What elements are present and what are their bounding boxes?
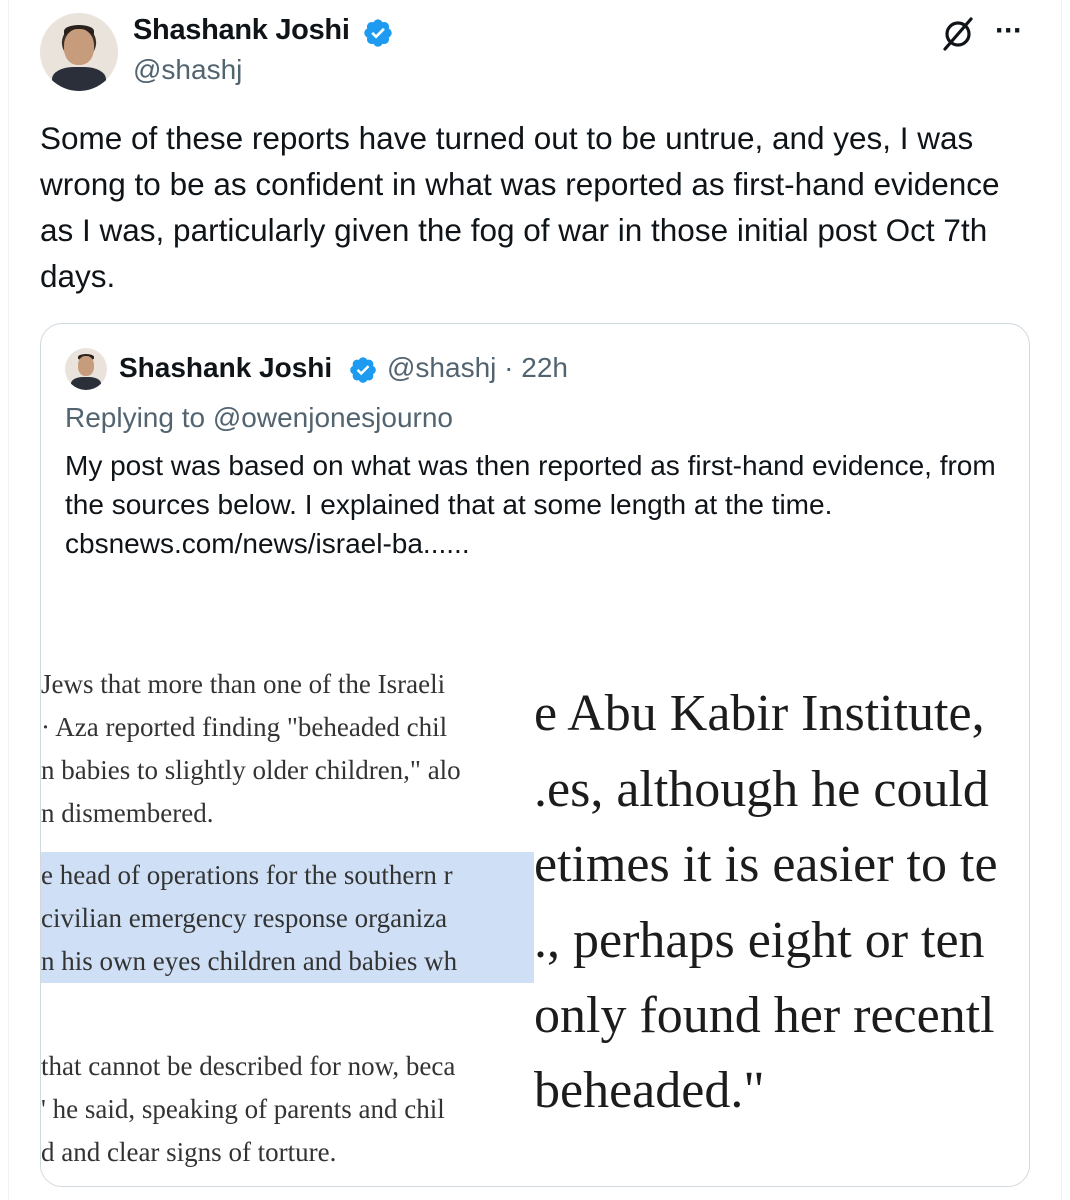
quoted-text: My post was based on what was then repor… <box>65 450 996 520</box>
excerpt-line: that cannot be described for now, beca <box>41 1051 456 1081</box>
author-handle[interactable]: @shashj <box>133 54 242 86</box>
excerpt-line: civilian emergency response organiza <box>41 903 448 933</box>
timeline-border-right <box>1061 0 1062 1200</box>
verified-badge-icon <box>350 357 376 383</box>
excerpt-line: e head of operations for the southern r <box>41 860 453 890</box>
right-article-excerpt: e Abu Kabir Institute, .es, although he … <box>534 624 1029 1186</box>
excerpt-line: beheaded." <box>534 1062 765 1119</box>
excerpt-line: Jews that more than one of the Israeli <box>41 669 446 699</box>
replying-to: Replying to @owenjonesjourno <box>65 402 453 433</box>
quoted-author-avatar <box>65 348 107 390</box>
quoted-link[interactable]: cbsnews.com/news/israel-ba...... <box>65 524 1010 563</box>
tweet-text: Some of these reports have turned out to… <box>40 120 1000 294</box>
excerpt-line: ., perhaps eight or ten <box>534 912 985 969</box>
quoted-author-name: Shashank Joshi <box>119 352 333 383</box>
grok-icon[interactable] <box>940 16 976 52</box>
excerpt-line: n babies to slightly older children," al… <box>41 755 461 785</box>
quoted-tweet-card[interactable]: Shashank Joshi @shashj · 22h Replying to… <box>40 323 1030 1187</box>
more-icon[interactable]: ··· <box>995 16 1029 46</box>
excerpt-line: only found her recentl <box>534 987 995 1044</box>
timeline-border-left <box>8 0 9 1200</box>
author-name[interactable]: Shashank Joshi <box>133 14 350 47</box>
excerpt-line: · Aza reported finding "beheaded chil <box>41 712 448 742</box>
verified-badge-icon <box>364 19 392 47</box>
excerpt-line: n dismembered. <box>41 798 214 828</box>
left-article-excerpt: Jews that more than one of the Israeli ·… <box>41 624 534 1186</box>
quoted-text-block: My post was based on what was then repor… <box>65 446 1010 563</box>
excerpt-line: n his own eyes children and babies wh <box>41 946 458 976</box>
excerpt-line: ' he said, speaking of parents and chil <box>41 1094 445 1124</box>
excerpt-line: d and clear signs of torture. <box>41 1137 337 1167</box>
quoted-handle-time: @shashj · 22h <box>387 352 568 383</box>
quoted-image[interactable]: Jews that more than one of the Israeli ·… <box>41 624 1029 1186</box>
excerpt-line: etimes it is easier to te <box>534 836 998 893</box>
excerpt-line: e Abu Kabir Institute, <box>534 685 985 742</box>
author-avatar[interactable] <box>40 13 118 91</box>
excerpt-line: .es, although he could <box>534 761 989 818</box>
